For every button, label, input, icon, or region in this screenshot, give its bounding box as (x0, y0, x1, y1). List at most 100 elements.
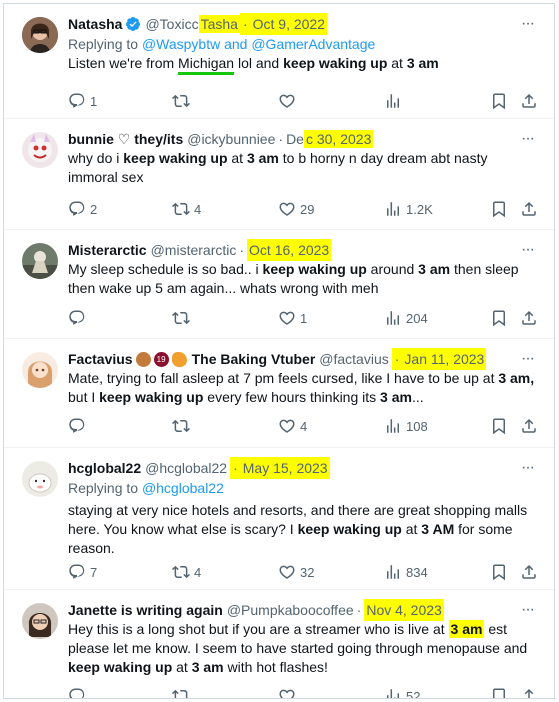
like-button[interactable]: 29 (278, 199, 314, 219)
reply-icon (69, 93, 85, 108)
more-icon[interactable]: ··· (521, 600, 535, 620)
tweet-actions: 1 204 (68, 308, 540, 328)
more-icon[interactable]: ··· (521, 458, 535, 478)
search-results-list: Natasha @Toxicc Tasha · Oct 9, 2022 ··· R… (3, 3, 555, 699)
author-handle[interactable]: @hcglobal22 (145, 458, 227, 478)
retweet-button[interactable] (172, 308, 194, 328)
views-button[interactable] (384, 91, 406, 111)
retweet-button[interactable]: 4 (172, 562, 201, 582)
reply-button[interactable] (68, 308, 90, 328)
share-button[interactable] (520, 91, 538, 111)
tweet-factavius[interactable]: Factavius 19 The Baking Vtuber @factaviu… (4, 339, 554, 448)
replying-to: Replying to @Waspybtw and @GamerAdvantag… (68, 36, 376, 52)
reply-to-link[interactable]: @Waspybtw and @GamerAdvantage (142, 36, 375, 52)
bookmark-button[interactable] (490, 686, 508, 698)
tweet-actions: 7 4 32 834 (68, 562, 540, 582)
author-name[interactable]: Natasha (68, 14, 122, 34)
reply-button[interactable]: 7 (68, 562, 97, 582)
avatar[interactable] (22, 603, 58, 639)
reply-button[interactable] (68, 686, 90, 698)
share-icon (522, 418, 536, 433)
tweet-date[interactable]: May 15, 2023 (240, 457, 330, 479)
retweet-icon (172, 202, 190, 216)
reply-to-link[interactable]: @hcglobal22 (142, 480, 224, 496)
more-icon[interactable]: ··· (521, 240, 535, 260)
share-icon (524, 688, 534, 698)
share-icon (522, 93, 536, 108)
retweet-button[interactable] (172, 91, 194, 111)
bookmark-button[interactable] (490, 562, 508, 582)
tweet-bunnie[interactable]: bunnie ♡ they/its @ickybunniee · De c 30,… (4, 119, 554, 230)
retweet-icon (172, 311, 190, 325)
author-handle[interactable]: @ickybunniee (187, 129, 275, 149)
tweet-actions: 52 (68, 686, 540, 698)
like-icon (279, 689, 295, 698)
share-button[interactable] (520, 562, 538, 582)
like-button[interactable]: 32 (278, 562, 314, 582)
author-name[interactable]: bunnie ♡ they/its (68, 129, 183, 149)
more-icon[interactable]: ··· (521, 129, 535, 149)
bookmark-button[interactable] (490, 91, 508, 111)
avatar[interactable] (22, 461, 58, 497)
like-button[interactable] (278, 91, 300, 111)
share-button[interactable] (520, 416, 538, 436)
like-button[interactable]: 1 (278, 308, 307, 328)
tweet-date[interactable]: Oct 16, 2023 (247, 239, 332, 261)
views-icon (387, 94, 399, 108)
tweet-janette[interactable]: Janette is writing again @Pumpkaboocoffe… (4, 590, 554, 698)
tweet-date[interactable]: Nov 4, 2023 (364, 599, 444, 621)
share-button[interactable] (520, 308, 538, 328)
bookmark-button[interactable] (490, 308, 508, 328)
tweet-natasha[interactable]: Natasha @Toxicc Tasha · Oct 9, 2022 ··· R… (4, 4, 554, 119)
author-name[interactable]: Misterarctic (68, 240, 147, 260)
reply-button[interactable]: 2 (68, 199, 97, 219)
views-icon (387, 311, 399, 325)
views-button[interactable]: 52 (384, 686, 420, 698)
views-button[interactable]: 204 (384, 308, 428, 328)
author-name[interactable]: hcglobal22 (68, 458, 141, 478)
like-button[interactable]: 4 (278, 416, 307, 436)
retweet-icon (172, 689, 190, 698)
tweet-misterarctic[interactable]: Misterarctic @misterarctic · Oct 16, 202… (4, 230, 554, 339)
retweet-button[interactable] (172, 686, 194, 698)
bookmark-button[interactable] (490, 416, 508, 436)
bookmark-icon (493, 688, 505, 698)
tweet-hcglobal22[interactable]: hcglobal22 @hcglobal22 · May 15, 2023 ··… (4, 448, 554, 590)
separator-dot: · (239, 13, 251, 35)
author-handle[interactable]: @Toxicc Tasha (145, 14, 240, 34)
share-button[interactable] (520, 686, 538, 698)
bookmark-button[interactable] (490, 199, 508, 219)
retweet-button[interactable] (172, 416, 194, 436)
like-button[interactable] (278, 686, 300, 698)
views-button[interactable]: 834 (384, 562, 428, 582)
share-button[interactable] (520, 199, 538, 219)
author-name[interactable]: Factavius (68, 349, 133, 369)
more-icon[interactable]: ··· (521, 349, 535, 369)
avatar[interactable] (22, 352, 58, 388)
author-name-extra[interactable]: The Baking Vtuber (192, 349, 316, 369)
author-name[interactable]: Janette is writing again (68, 600, 223, 620)
author-handle[interactable]: @misterarctic (151, 240, 237, 260)
avatar[interactable] (22, 132, 58, 168)
tweet-actions: 4 108 (68, 416, 540, 436)
tweet-text: Mate, trying to fall asleep at 7 pm feel… (68, 370, 535, 405)
views-icon (387, 419, 399, 433)
tweet-date[interactable]: Jan 11, 2023 (402, 348, 487, 370)
avatar[interactable] (22, 17, 58, 53)
views-button[interactable]: 1.2K (384, 199, 433, 219)
reply-icon (69, 310, 85, 325)
author-handle[interactable]: @factavius (319, 349, 388, 369)
retweet-icon (172, 94, 190, 108)
reply-button[interactable] (68, 416, 90, 436)
tweet-date[interactable]: De c 30, 2023 (286, 129, 374, 149)
avatar[interactable] (22, 243, 58, 279)
like-icon (279, 565, 295, 579)
views-icon (387, 565, 399, 579)
views-button[interactable]: 108 (384, 416, 428, 436)
author-handle[interactable]: @Pumpkaboocoffee (227, 600, 354, 620)
share-icon (522, 564, 536, 579)
more-icon[interactable]: ··· (521, 14, 535, 34)
reply-button[interactable]: 1 (68, 91, 97, 111)
tweet-date[interactable]: Oct 9, 2022 (250, 13, 327, 35)
retweet-button[interactable]: 4 (172, 199, 201, 219)
